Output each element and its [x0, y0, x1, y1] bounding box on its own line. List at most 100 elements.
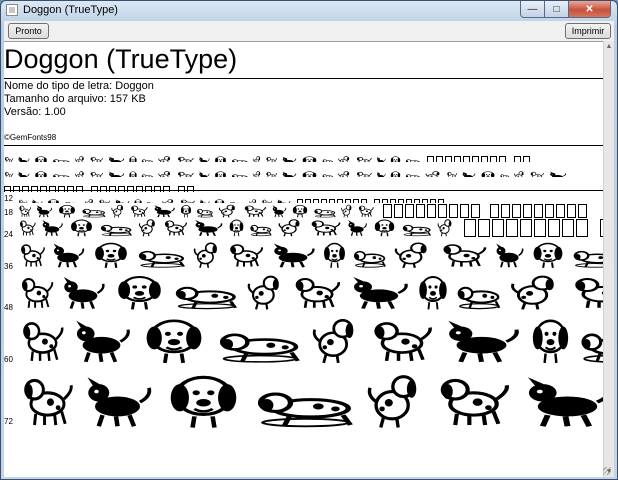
- dog-glyph-icon: [192, 217, 224, 237]
- dog-glyph-icon: [355, 155, 373, 162]
- dog-glyph-icon: [158, 368, 249, 430]
- dog-glyph-icon: [198, 155, 210, 162]
- dog-glyph-icon: [337, 155, 352, 162]
- dog-glyph-icon: [176, 170, 195, 177]
- dog-glyph-icon: [300, 155, 319, 162]
- scroll-up-arrow-icon[interactable]: ▲: [604, 41, 614, 52]
- dog-glyph-icon: [340, 203, 354, 218]
- missing-glyph-box-icon: [499, 156, 506, 162]
- dog-glyph-icon: [67, 217, 96, 237]
- size-label-48: 48: [4, 303, 13, 312]
- missing-glyph-box-icon: [481, 156, 488, 162]
- dog-glyph-icon: [249, 217, 273, 237]
- close-button[interactable]: ✕: [569, 1, 611, 18]
- caption-buttons: — □ ✕: [520, 1, 611, 19]
- sample-row-60: [18, 313, 603, 368]
- dog-glyph-icon: [52, 155, 71, 162]
- info-divider: [4, 145, 603, 146]
- dog-glyph-icon: [513, 170, 526, 177]
- dog-glyph-icon: [528, 239, 568, 269]
- done-button[interactable]: Pronto: [8, 23, 49, 39]
- dog-glyph-icon: [226, 239, 266, 269]
- dog-glyph-icon: [35, 203, 53, 218]
- resize-grip[interactable]: [603, 467, 611, 475]
- missing-glyph-box-icon: [472, 156, 479, 162]
- dog-glyph-icon: [89, 170, 104, 177]
- dog-glyph-icon: [265, 170, 278, 177]
- dog-glyph-icon: [269, 239, 317, 269]
- dog-glyph-icon: [337, 170, 352, 177]
- dog-glyph-icon: [405, 155, 421, 162]
- dog-glyph-icon: [74, 170, 86, 177]
- dog-glyph-icon: [571, 239, 603, 269]
- missing-glyph-box-icon: [578, 204, 587, 218]
- dog-glyph-icon: [18, 313, 67, 365]
- dog-glyph-icon: [281, 170, 297, 177]
- dog-glyph-icon: [389, 155, 402, 162]
- missing-glyph-box-icon: [464, 219, 476, 237]
- font-display-name: Doggon (TrueType): [4, 44, 238, 74]
- app-icon: [6, 4, 18, 16]
- dog-glyph-icon: [213, 170, 228, 177]
- missing-glyph-box-icon: [383, 204, 392, 218]
- size-label-24: 24: [4, 230, 13, 239]
- vertical-scrollbar[interactable]: ▲ ▼: [603, 41, 614, 477]
- dog-glyph-icon: [290, 203, 310, 218]
- dog-glyph-icon: [18, 217, 37, 237]
- dog-glyph-icon: [33, 155, 49, 162]
- missing-glyph-box-icon: [394, 204, 403, 218]
- client-area: Pronto Imprimir Doggon (TrueType) Nome d…: [4, 21, 614, 477]
- dog-glyph-icon: [107, 155, 125, 162]
- dog-glyph-icon: [107, 170, 125, 177]
- dog-glyph-icon: [52, 170, 71, 177]
- dog-glyph-icon: [4, 155, 14, 162]
- print-button[interactable]: Imprimir: [565, 23, 611, 39]
- missing-glyph-box-icon: [520, 219, 532, 237]
- missing-glyph-box-icon: [562, 219, 574, 237]
- dog-glyph-icon: [110, 271, 169, 311]
- missing-glyph-box-icon: [463, 156, 470, 162]
- dog-glyph-icon: [568, 271, 603, 311]
- dog-glyph-icon: [405, 170, 421, 177]
- missing-glyph-box-icon: [471, 204, 480, 218]
- dog-glyph-icon: [215, 313, 305, 365]
- missing-glyph-box-icon: [534, 204, 543, 218]
- dog-glyph-icon: [276, 217, 305, 237]
- dog-glyph-icon: [59, 271, 107, 311]
- title-bar[interactable]: Doggon (TrueType) — □ ✕: [1, 1, 617, 21]
- sample-row-72: [18, 368, 603, 432]
- dog-glyph-icon: [196, 203, 214, 218]
- dog-glyph-icon: [141, 170, 154, 177]
- font-name-line: Nome do tipo de letra: Doggon: [4, 80, 154, 92]
- missing-glyph-box-icon: [416, 204, 425, 218]
- missing-glyph-box-icon: [514, 156, 521, 162]
- dog-glyph-icon: [89, 155, 104, 162]
- dog-glyph-icon: [128, 170, 138, 177]
- copyright-text: ©GemFonts98: [4, 133, 57, 142]
- dog-glyph-icon: [172, 271, 241, 311]
- dog-glyph-icon: [436, 217, 455, 237]
- dog-glyph-icon: [136, 313, 212, 365]
- sample-row-18: [18, 200, 603, 218]
- dog-glyph-icon: [213, 155, 228, 162]
- dog-glyph-icon: [432, 368, 515, 430]
- dog-glyph-icon: [18, 271, 56, 311]
- maximize-button[interactable]: □: [545, 1, 569, 18]
- dog-glyph-icon: [252, 170, 262, 177]
- dog-glyph-icon: [446, 170, 458, 177]
- missing-glyph-box-icon: [478, 219, 490, 237]
- dog-glyph-icon: [110, 203, 126, 218]
- dog-glyph-icon: [357, 203, 375, 218]
- window-title: Doggon (TrueType): [23, 4, 118, 16]
- missing-glyph-box-icon: [534, 219, 546, 237]
- missing-glyph-box-icon: [490, 156, 497, 162]
- dog-glyph-icon: [355, 170, 373, 177]
- dog-glyph-icon: [455, 271, 503, 311]
- minimize-button[interactable]: —: [520, 1, 545, 18]
- missing-glyph-box-icon: [4, 186, 11, 192]
- missing-glyph-box-icon: [492, 219, 504, 237]
- missing-glyph-box-icon: [523, 204, 532, 218]
- dog-glyph-icon: [281, 155, 297, 162]
- missing-glyph-box-icon: [548, 219, 560, 237]
- sample-row-48: [18, 271, 603, 313]
